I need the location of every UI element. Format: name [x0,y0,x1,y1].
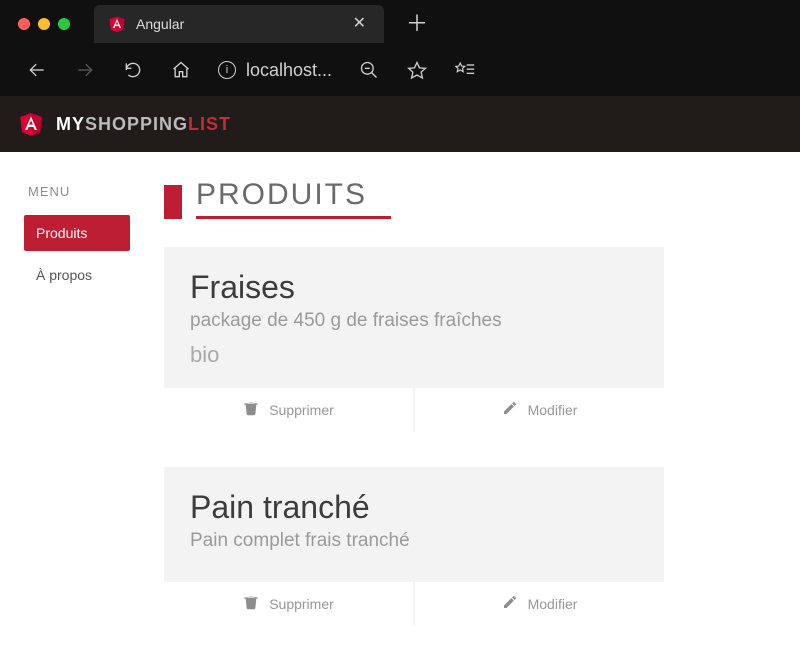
site-info-icon[interactable]: i [218,61,236,79]
tab-strip: Angular ✕ ＋ [0,0,800,48]
trash-icon [243,400,259,419]
home-button[interactable] [170,59,192,81]
brand-part-2: SHOPPING [85,114,188,134]
address-bar[interactable]: i localhost... [218,60,332,81]
product-tag: bio [190,342,638,368]
sidebar-heading: MENU [28,184,144,199]
sidebar: MENU Produits À propos [24,178,144,661]
browser-toolbar: i localhost... [0,48,800,96]
main-content: PRODUITS Fraises package de 450 g de fra… [164,178,800,661]
product-card-body: Pain tranché Pain complet frais tranché [164,467,664,580]
product-card: Pain tranché Pain complet frais tranché … [164,467,664,625]
product-card: Fraises package de 450 g de fraises fraî… [164,247,664,431]
trash-icon [243,594,259,613]
edit-button[interactable]: Modifier [413,388,664,431]
reload-button[interactable] [122,59,144,81]
brand-part-3: LIST [188,114,231,134]
page-heading: PRODUITS [164,178,790,219]
brand-part-1: MY [56,114,85,134]
edit-icon [502,594,518,613]
page-body: MENU Produits À propos PRODUITS Fraises … [0,152,800,661]
close-tab-button[interactable]: ✕ [349,12,370,36]
sidebar-item-label: Produits [36,225,87,241]
delete-label: Supprimer [269,402,334,418]
edit-label: Modifier [528,402,578,418]
zoom-out-button[interactable] [358,59,380,81]
delete-button[interactable]: Supprimer [164,582,413,625]
edit-button[interactable]: Modifier [413,582,664,625]
close-window-button[interactable] [18,18,30,30]
favorite-button[interactable] [406,59,428,81]
product-name: Pain tranché [190,489,638,526]
new-tab-button[interactable]: ＋ [396,7,438,41]
url-text: localhost... [246,60,332,81]
app-navbar: MYSHOPPINGLIST [0,96,800,152]
tab-title: Angular [136,16,339,32]
delete-label: Supprimer [269,596,334,612]
back-button[interactable] [26,59,48,81]
product-card-actions: Supprimer Modifier [164,580,664,625]
heading-accent [164,185,182,219]
product-card-body: Fraises package de 450 g de fraises fraî… [164,247,664,386]
product-card-actions: Supprimer Modifier [164,386,664,431]
sidebar-item-produits[interactable]: Produits [24,215,130,251]
browser-tab[interactable]: Angular ✕ [94,5,384,43]
app-title: MYSHOPPINGLIST [56,114,231,135]
sidebar-item-label: À propos [36,267,92,283]
page-title: PRODUITS [196,178,391,219]
delete-button[interactable]: Supprimer [164,388,413,431]
sidebar-item-apropos[interactable]: À propos [24,257,130,293]
edit-icon [502,400,518,419]
window-controls [18,18,70,30]
browser-chrome: Angular ✕ ＋ i localhost... [0,0,800,96]
angular-shield-icon [18,111,44,137]
product-description: Pain complet frais tranché [190,530,638,552]
forward-button[interactable] [74,59,96,81]
product-description: package de 450 g de fraises fraîches [190,310,638,332]
minimize-window-button[interactable] [38,18,50,30]
angular-icon [108,15,126,33]
edit-label: Modifier [528,596,578,612]
product-name: Fraises [190,269,638,306]
favorites-list-button[interactable] [454,59,476,81]
maximize-window-button[interactable] [58,18,70,30]
